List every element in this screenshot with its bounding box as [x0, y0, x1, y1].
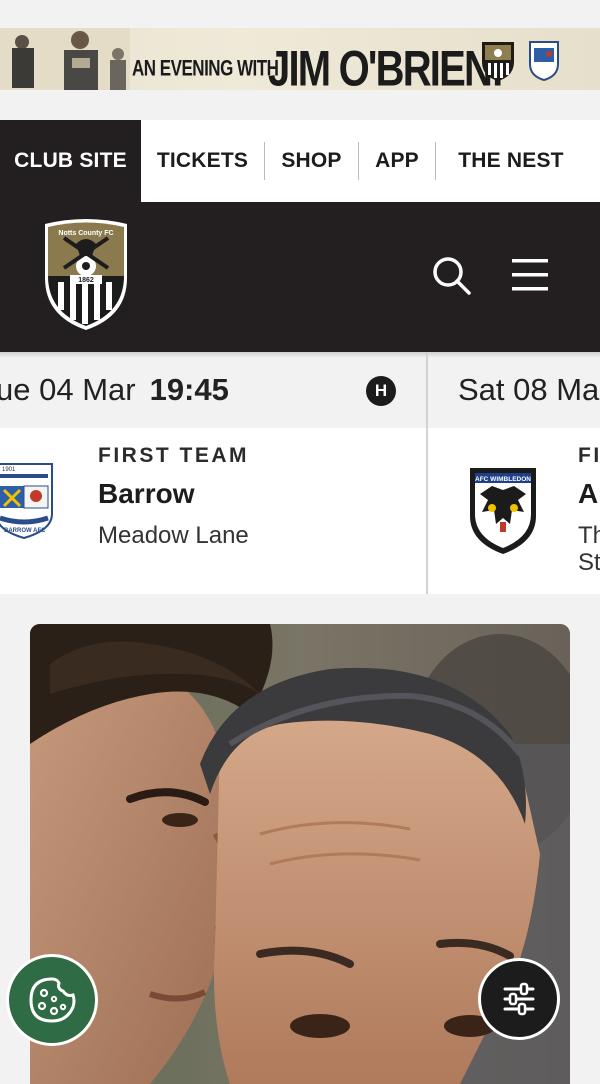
players-graphic — [0, 28, 130, 90]
search-icon[interactable] — [430, 254, 472, 296]
fixture-date-text: Sat 08 Ma — [458, 372, 600, 407]
wimbledon-crest-text: AFC WIMBLEDON — [475, 476, 531, 483]
fixture-date: Sat 08 Ma — [458, 372, 599, 408]
nav-tickets[interactable]: TICKETS — [141, 120, 264, 202]
nav-shop[interactable]: SHOP — [265, 120, 358, 202]
promo-name: JIM O'BRIEN! — [268, 41, 504, 90]
accessibility-settings-button[interactable] — [478, 958, 560, 1040]
cookie-settings-button[interactable] — [6, 954, 98, 1046]
fixtures-carousel[interactable]: ue 04 Mar 19:45 H 1901 BARROW AFC FIRST T… — [0, 352, 600, 594]
fixture-opponent: A — [578, 478, 599, 509]
fixture-opponent: Barrow — [98, 478, 195, 509]
nav-the-nest[interactable]: THE NEST — [436, 120, 586, 202]
promo-banner[interactable]: AN EVENING WITH JIM O'BRIEN! — [0, 28, 600, 90]
barrow-crest: 1901 BARROW AFC — [0, 463, 53, 540]
fixture-date-row: ue 04 Mar 19:45 H — [0, 352, 426, 428]
top-navigation: CLUB SITE TICKETS SHOP APP THE NEST — [0, 120, 600, 202]
nav-app[interactable]: APP — [359, 120, 435, 202]
fixture-team-label: FI — [578, 444, 600, 467]
svg-text:Notts County FC: Notts County FC — [58, 230, 113, 237]
cookie-icon — [29, 977, 76, 1023]
header-shadow — [0, 352, 600, 358]
fixture-venue: Th St — [578, 522, 600, 576]
fixture-date-text: ue 04 Mar — [0, 372, 136, 407]
fixture-time: 19:45 — [149, 372, 229, 407]
barrow-crest-text: BARROW AFC — [4, 528, 46, 534]
fixture-card[interactable]: Sat 08 Ma AFC WIMBLEDON FI A Th St — [428, 352, 600, 594]
fixture-venue-line: Th — [578, 522, 600, 549]
fixture-card[interactable]: ue 04 Mar 19:45 H 1901 BARROW AFC FIRST T… — [0, 352, 426, 594]
fixture-venue: Meadow Lane — [98, 522, 249, 549]
promo-prefix: AN EVENING WITH — [132, 56, 279, 81]
menu-icon[interactable] — [512, 257, 550, 293]
home-away-badge: H — [366, 376, 396, 406]
site-header: 1862 Notts County FC — [0, 202, 600, 352]
svg-text:1862: 1862 — [78, 277, 94, 284]
barrow-crest-year: 1901 — [2, 467, 16, 473]
notts-county-crest-small — [482, 42, 514, 81]
notts-county-crest[interactable]: 1862 Notts County FC — [42, 216, 130, 332]
fixture-team-label: FIRST TEAM — [98, 444, 249, 467]
afc-wimbledon-crest: AFC WIMBLEDON — [470, 468, 536, 554]
fixture-date-row: Sat 08 Ma — [428, 352, 600, 428]
nav-club-site[interactable]: CLUB SITE — [0, 120, 141, 202]
barrow-crest-small — [529, 41, 559, 82]
fixture-venue-line: St — [578, 549, 600, 576]
sliders-icon — [503, 982, 535, 1016]
fixture-date: ue 04 Mar 19:45 — [0, 372, 229, 408]
